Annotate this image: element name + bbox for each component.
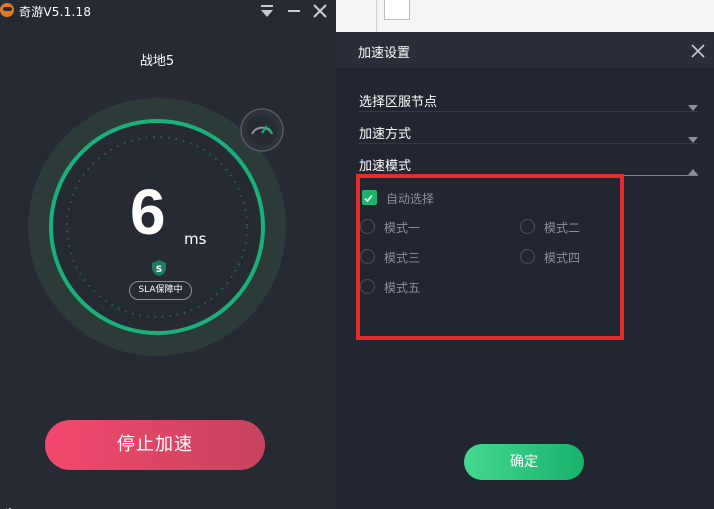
panel-header: 加速设置: [336, 32, 714, 68]
speedometer-icon[interactable]: [239, 107, 285, 153]
accelerator-window: 奇游V5.1.18 战地5 6 ms S SLA保障中 停止加速: [0, 0, 336, 509]
background-window: [336, 0, 714, 32]
chevron-up-icon: [688, 161, 698, 175]
app-title: 奇游V5.1.18: [19, 5, 92, 19]
sla-badge: SLA保障中: [129, 281, 192, 300]
minimize-icon[interactable]: [284, 1, 304, 21]
stop-acceleration-button[interactable]: 停止加速: [45, 420, 265, 470]
chevron-down-icon: [688, 97, 698, 111]
dropdown-label: 加速方式: [359, 127, 412, 142]
confirm-button[interactable]: 确定: [464, 444, 584, 480]
close-icon[interactable]: [310, 1, 330, 21]
svg-text:S: S: [156, 265, 162, 275]
ping-unit: ms: [184, 230, 207, 248]
highlight-box: [356, 174, 624, 340]
acceleration-method-dropdown[interactable]: 加速方式: [358, 122, 698, 144]
server-node-dropdown[interactable]: 选择区服节点: [358, 90, 698, 112]
app-logo-icon: [0, 3, 14, 17]
divider: [376, 0, 377, 32]
dropdown-label: 加速模式: [359, 159, 412, 174]
panel-close-icon[interactable]: [690, 43, 706, 59]
background-box: [384, 0, 410, 20]
ping-value: 6: [130, 176, 166, 248]
title-bar: 奇游V5.1.18: [0, 0, 336, 24]
chevron-down-icon: [688, 129, 698, 143]
settings-icon[interactable]: [2, 500, 16, 509]
shield-icon: S: [151, 259, 167, 277]
menu-icon[interactable]: [257, 1, 277, 21]
game-name: 战地5: [139, 54, 175, 69]
dropdown-label: 选择区服节点: [359, 95, 438, 110]
panel-title: 加速设置: [358, 46, 411, 61]
acceleration-mode-dropdown[interactable]: 加速模式: [358, 154, 698, 176]
acceleration-settings-panel: 加速设置 选择区服节点 加速方式 加速模式 自动选择 模式一 模式二 模式三 模…: [336, 32, 714, 509]
